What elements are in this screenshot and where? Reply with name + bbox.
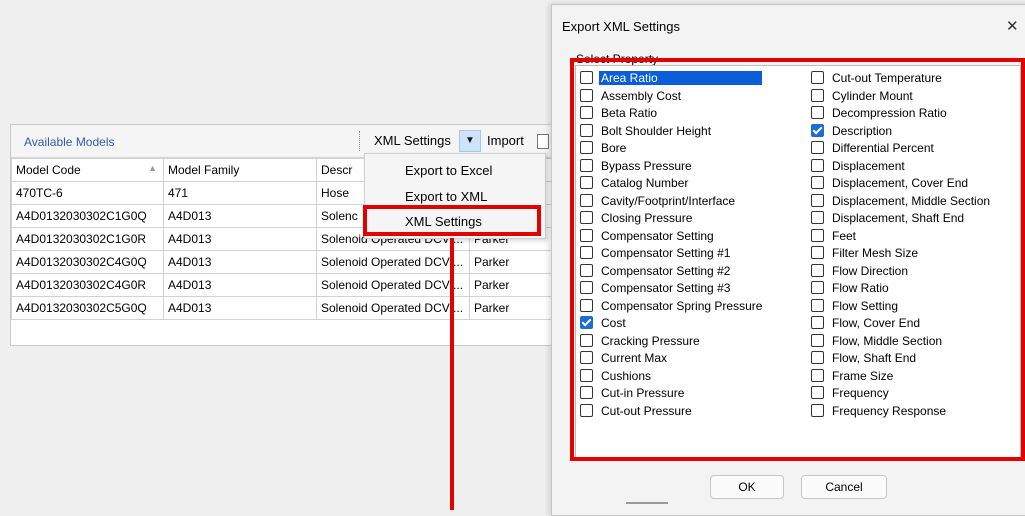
cell-model-family: A4D013 (163, 273, 317, 297)
cell-model-code: 470TC-6 (11, 181, 164, 205)
cell-manufacturer: Parker (469, 250, 556, 274)
cell-model-code: A4D0132030302C5G0Q (11, 296, 164, 320)
toolbar-separator (359, 131, 362, 151)
cell-model-family: A4D013 (163, 250, 317, 274)
import-button[interactable]: Import (487, 130, 524, 152)
cell-model-family: A4D013 (163, 227, 317, 251)
chevron-down-icon[interactable]: ▼ (459, 130, 481, 152)
annotation-arrow (450, 238, 454, 510)
document-icon[interactable] (537, 134, 549, 149)
table-row[interactable]: A4D0132030302C5G0Q A4D013 Solenoid Opera… (11, 296, 556, 320)
cell-model-code: A4D0132030302C1G0R (11, 227, 164, 251)
column-header-model-family[interactable]: Model Family (163, 158, 317, 182)
cell-model-family: A4D013 (163, 204, 317, 228)
cell-manufacturer: Parker (469, 296, 556, 320)
cell-model-code: A4D0132030302C1G0Q (11, 204, 164, 228)
menu-highlight-box (363, 205, 541, 236)
cancel-button[interactable]: Cancel (801, 475, 887, 499)
cell-description: Solenoid Operated DCV ... (316, 273, 470, 297)
horizontal-scrollbar[interactable] (626, 502, 668, 504)
cell-manufacturer: Parker (469, 273, 556, 297)
table-row[interactable]: A4D0132030302C4G0R A4D013 Solenoid Opera… (11, 273, 556, 297)
menu-item-export-excel[interactable]: Export to Excel (405, 163, 492, 178)
dialog-title: Export XML Settings (562, 19, 681, 34)
property-list-highlight-box (570, 58, 1025, 461)
close-icon[interactable]: ✕ (1006, 17, 1019, 35)
cell-model-family: A4D013 (163, 296, 317, 320)
ok-button[interactable]: OK (710, 475, 784, 499)
cell-model-code: A4D0132030302C4G0R (11, 273, 164, 297)
menu-item-export-xml[interactable]: Export to XML (405, 189, 487, 204)
cell-model-family: 471 (163, 181, 317, 205)
sort-up-icon: ▲ (148, 163, 157, 173)
cell-description: Solenoid Operated DCV ... (316, 296, 470, 320)
panel-title: Available Models (24, 135, 115, 149)
column-header-model-code[interactable]: Model Code ▲ (11, 158, 164, 182)
cell-model-code: A4D0132030302C4G0Q (11, 250, 164, 274)
xml-settings-button[interactable]: XML Settings (368, 130, 457, 152)
table-row[interactable]: A4D0132030302C4G0Q A4D013 Solenoid Opera… (11, 250, 556, 274)
cell-description: Solenoid Operated DCV ... (316, 250, 470, 274)
